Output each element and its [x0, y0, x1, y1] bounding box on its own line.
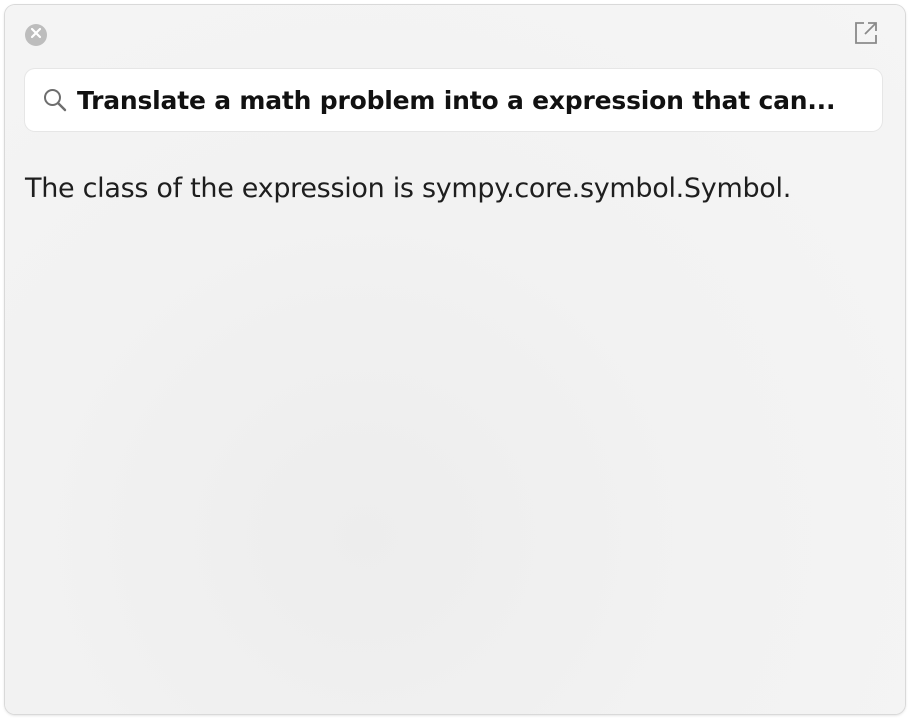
search-query-text[interactable]: Translate a math problem into a expressi… [77, 86, 835, 115]
open-external-icon [853, 20, 879, 51]
open-external-button[interactable] [852, 21, 880, 49]
panel-window: Translate a math problem into a expressi… [5, 5, 905, 714]
search-icon [41, 86, 69, 114]
close-icon [30, 26, 42, 44]
close-button[interactable] [25, 24, 47, 46]
search-bar[interactable]: Translate a math problem into a expressi… [25, 69, 882, 131]
result-text: The class of the expression is sympy.cor… [25, 173, 791, 204]
